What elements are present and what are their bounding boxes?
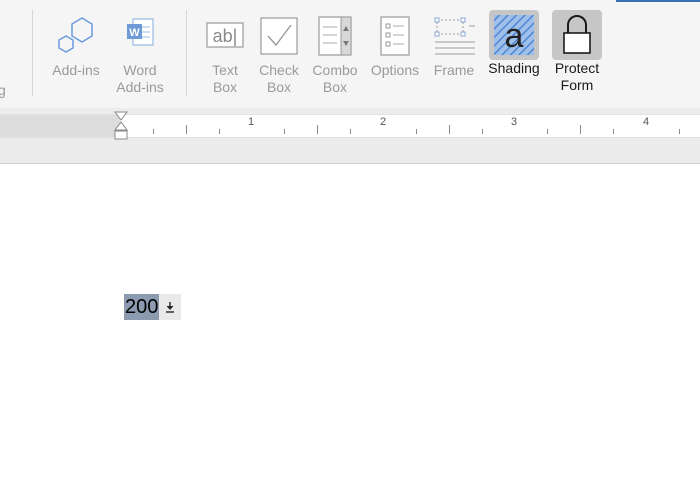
frame-label: Frame <box>433 62 475 78</box>
window-accent-bar <box>616 0 700 2</box>
word-document-icon: W <box>114 10 166 62</box>
combo-box-button[interactable]: Combo Box <box>308 10 362 96</box>
options-list-icon <box>369 10 421 62</box>
text-box-label: Text Box <box>212 62 238 95</box>
ruler-tick <box>185 125 187 134</box>
frame-icon <box>428 10 480 62</box>
shading-icon: a <box>489 10 539 60</box>
shading-icon-letter: a <box>505 17 524 55</box>
ruler-tick <box>678 129 680 134</box>
options-button[interactable]: Options <box>366 10 424 79</box>
indent-marker-icon[interactable] <box>112 110 130 142</box>
check-box-label: Check Box <box>259 62 299 95</box>
ruler-tick <box>547 129 549 134</box>
ruler-number: 1 <box>248 116 255 128</box>
ruler-tick <box>317 125 319 134</box>
form-field-dropdown[interactable]: 200 <box>124 294 182 320</box>
ribbon-toolbar: g Add-ins W Word Add-ins ab| Text Box Ch… <box>0 0 700 108</box>
horizontal-ruler[interactable]: 1 2 3 4 <box>0 114 700 138</box>
add-ins-label: Add-ins <box>52 62 100 78</box>
padlock-icon <box>552 10 602 60</box>
ruler-number: 2 <box>380 116 387 128</box>
ruler-tick <box>613 129 615 134</box>
word-icon-letter: W <box>129 27 140 39</box>
word-add-ins-button[interactable]: W Word Add-ins <box>112 10 168 96</box>
ruler-area: 1 2 3 4 <box>0 108 700 164</box>
ruler-tick <box>350 129 352 134</box>
ruler-tick <box>218 129 220 134</box>
shading-button[interactable]: a Shading <box>486 10 542 77</box>
protect-form-label: Protect Form <box>554 60 600 93</box>
ruler-tick <box>448 125 450 134</box>
download-arrow-icon[interactable] <box>159 294 182 320</box>
add-ins-button[interactable]: Add-ins <box>48 10 104 79</box>
checkbox-icon <box>253 10 305 62</box>
field-value[interactable]: 200 <box>124 294 160 320</box>
ruler-number: 3 <box>511 116 518 128</box>
ribbon-separator <box>186 10 187 96</box>
ruler-left-margin <box>0 115 120 137</box>
text-box-ab-icon: ab| <box>199 10 251 62</box>
ruler-tick <box>415 129 417 134</box>
text-box-icon-text: ab| <box>213 26 238 46</box>
ruler-number: 4 <box>643 116 650 128</box>
ruler-tick <box>284 129 286 134</box>
document-page[interactable]: 200 <box>0 164 700 499</box>
check-box-button[interactable]: Check Box <box>252 10 306 96</box>
ruler-tick <box>481 129 483 134</box>
combo-box-label: Combo Box <box>312 62 358 95</box>
text-box-button[interactable]: ab| Text Box <box>198 10 252 96</box>
frame-button[interactable]: Frame <box>428 10 480 79</box>
shading-label: Shading <box>488 60 540 76</box>
ruler-tick <box>580 125 582 134</box>
word-add-ins-label: Word Add-ins <box>116 62 164 95</box>
protect-form-button[interactable]: Protect Form <box>548 10 606 94</box>
combo-box-icon <box>309 10 361 62</box>
ruler-tick <box>152 129 154 134</box>
options-label: Options <box>370 62 420 78</box>
hexagon-addins-icon <box>50 10 102 62</box>
truncated-group-label: g <box>0 82 6 98</box>
ribbon-separator <box>32 10 33 96</box>
